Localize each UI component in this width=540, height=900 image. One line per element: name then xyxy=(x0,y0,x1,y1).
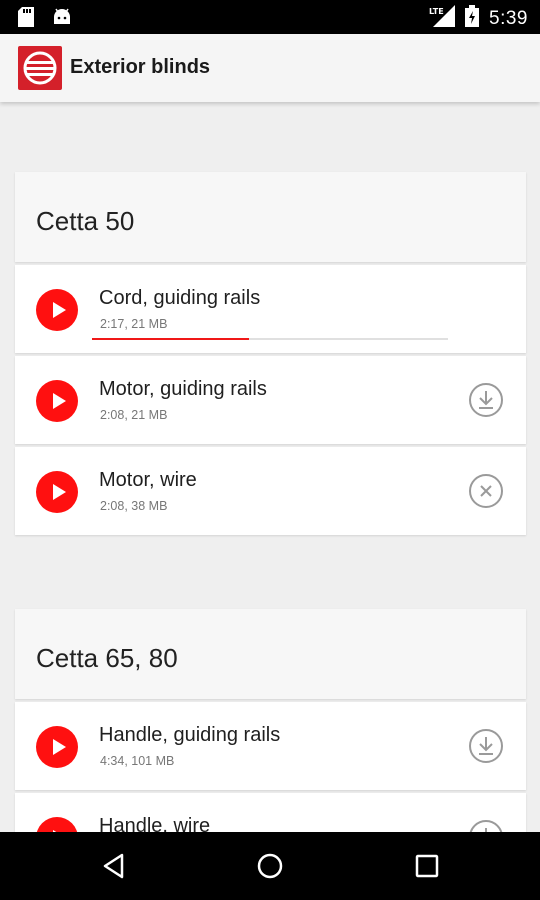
recents-button[interactable] xyxy=(411,850,443,882)
item-title: Motor, guiding rails xyxy=(99,378,267,400)
play-icon xyxy=(53,393,66,409)
section-title: Cetta 50 xyxy=(36,206,135,236)
status-bar: LTE 5:39 xyxy=(0,0,540,34)
item-title: Cord, guiding rails xyxy=(99,287,261,309)
cancel-icon xyxy=(469,474,503,508)
system-nav-bar xyxy=(0,832,540,900)
download-button[interactable] xyxy=(468,728,504,764)
download-icon xyxy=(469,729,503,763)
list-item[interactable]: Motor, guiding rails 2:08, 21 MB xyxy=(15,356,526,444)
play-button[interactable] xyxy=(36,289,78,331)
section-header: Cetta 65, 80 xyxy=(15,609,526,699)
download-progress-fill xyxy=(92,338,249,340)
list-item[interactable]: Handle, guiding rails 4:34, 101 MB xyxy=(15,702,526,790)
status-time: 5:39 xyxy=(489,7,528,29)
item-meta: 4:34, 101 MB xyxy=(100,754,175,768)
play-icon xyxy=(53,302,66,318)
android-icon xyxy=(52,7,72,32)
item-meta: 2:08, 21 MB xyxy=(100,408,168,422)
battery-charging-icon xyxy=(465,5,480,32)
download-icon xyxy=(469,383,503,417)
recents-icon xyxy=(415,854,439,878)
sd-card-icon xyxy=(18,7,34,32)
download-button[interactable] xyxy=(468,382,504,418)
item-title: Motor, wire xyxy=(99,469,197,491)
app-logo-icon xyxy=(18,46,62,90)
back-button[interactable] xyxy=(98,850,130,882)
lte-signal-icon: LTE xyxy=(429,5,456,32)
play-button[interactable] xyxy=(36,817,78,832)
app-title: Exterior blinds xyxy=(70,56,211,78)
app-bar: Exterior blinds xyxy=(0,34,540,102)
play-button[interactable] xyxy=(36,471,78,513)
video-list[interactable]: Cetta 50 Cord, guiding rails 2:17, 21 MB… xyxy=(0,102,540,832)
home-button[interactable] xyxy=(254,850,286,882)
back-icon xyxy=(103,853,124,879)
download-progress-bar xyxy=(92,338,448,340)
item-title: Handle, guiding rails xyxy=(99,724,281,746)
section-header: Cetta 50 xyxy=(15,172,526,262)
play-button[interactable] xyxy=(36,726,78,768)
download-icon xyxy=(469,820,503,832)
cancel-download-button[interactable] xyxy=(468,473,504,509)
play-button[interactable] xyxy=(36,380,78,422)
item-meta: 2:17, 21 MB xyxy=(100,317,168,331)
home-icon xyxy=(257,853,283,879)
list-item[interactable]: Handle, wire xyxy=(15,793,526,832)
list-item[interactable]: Cord, guiding rails 2:17, 21 MB xyxy=(15,265,526,353)
play-icon xyxy=(53,484,66,500)
svg-text:LTE: LTE xyxy=(429,7,444,16)
download-button[interactable] xyxy=(468,819,504,832)
section-title: Cetta 65, 80 xyxy=(36,643,178,673)
item-title: Handle, wire xyxy=(99,815,211,832)
play-icon xyxy=(53,739,66,755)
item-meta: 2:08, 38 MB xyxy=(100,499,168,513)
list-item[interactable]: Motor, wire 2:08, 38 MB xyxy=(15,447,526,535)
play-icon xyxy=(53,830,57,832)
